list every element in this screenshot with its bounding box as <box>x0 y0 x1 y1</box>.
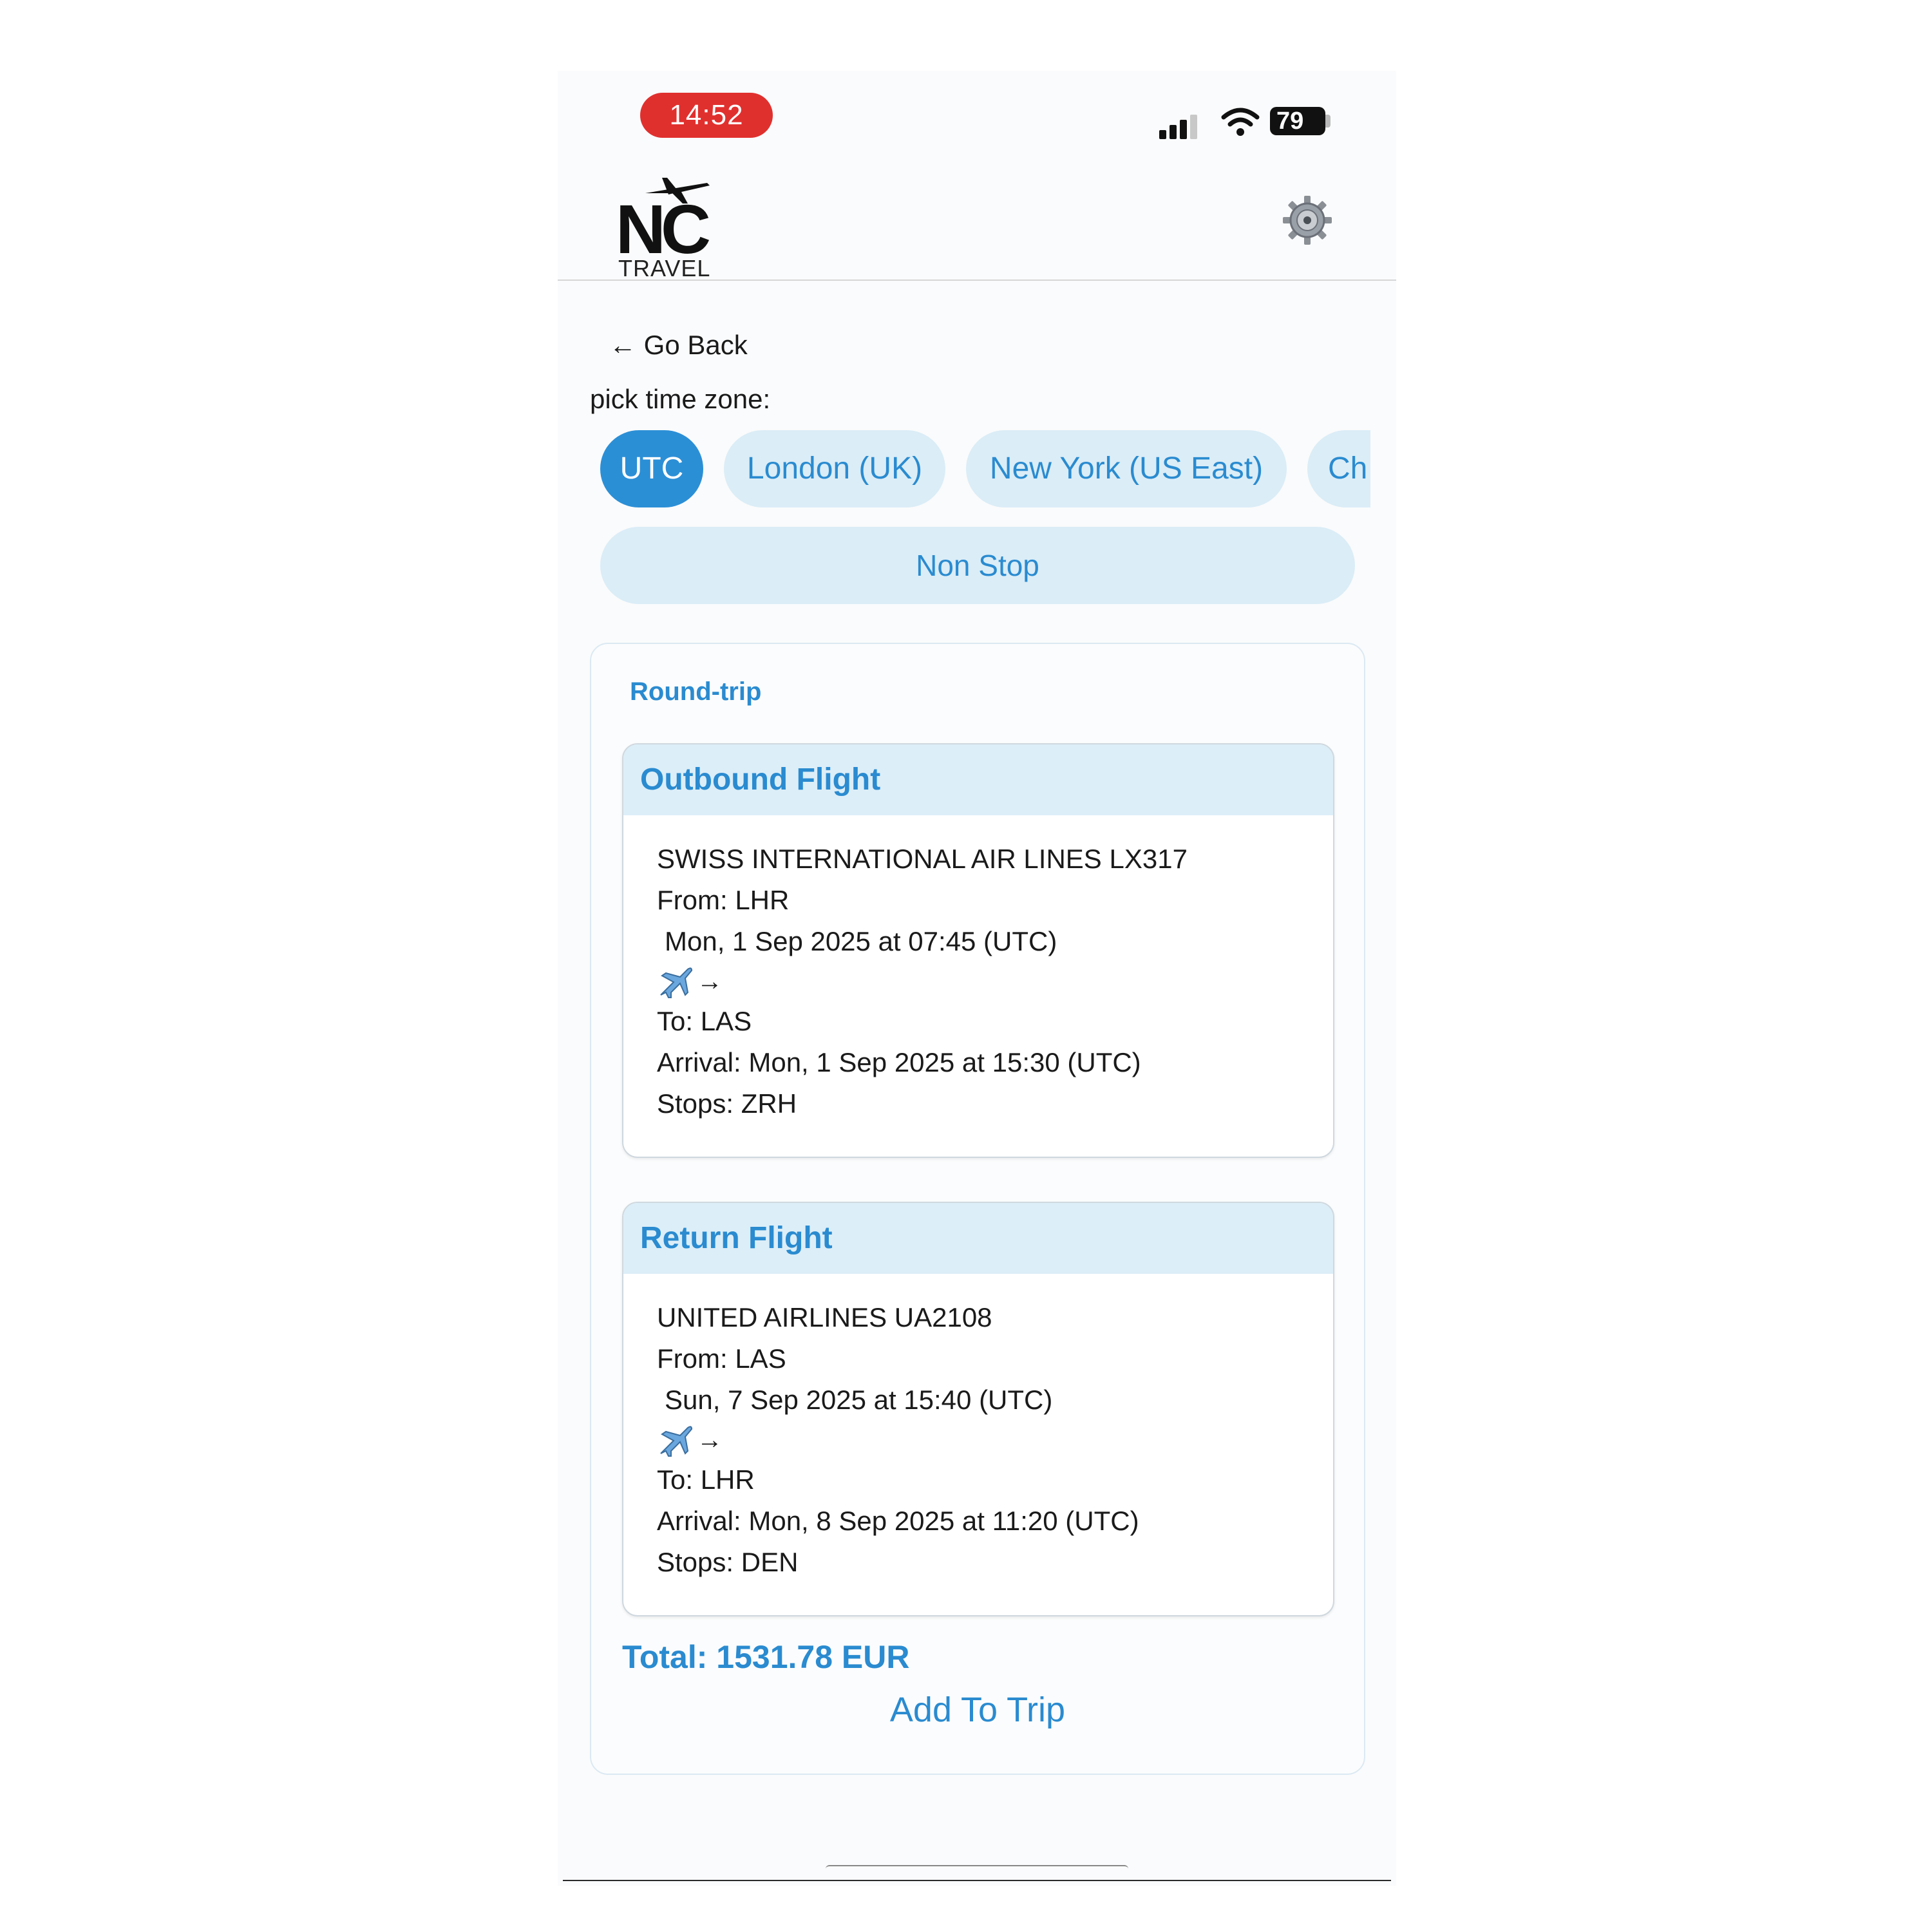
return-stops: Stops: DEN <box>657 1547 799 1577</box>
return-departure: Sun, 7 Sep 2025 at 15:40 (UTC) <box>665 1385 1053 1415</box>
phone-screen: 14:52 79 NC TRAVEL ← Go Back pick time z… <box>558 71 1396 1886</box>
total-price: Total: 1531.78 EUR <box>622 1639 910 1675</box>
return-flight-panel: Return Flight UNITED AIRLINES UA2108 Fro… <box>622 1202 1334 1616</box>
non-stop-toggle[interactable]: Non Stop <box>600 527 1355 604</box>
outbound-flight-details: SWISS INTERNATIONAL AIR LINES LX317 From… <box>657 838 1188 1124</box>
timezone-chip-row[interactable]: UTC London (UK) New York (US East) Ch <box>600 430 1370 510</box>
outbound-stops: Stops: ZRH <box>657 1088 797 1119</box>
outbound-departure: Mon, 1 Sep 2025 at 07:45 (UTC) <box>665 926 1057 956</box>
arrow-right-icon: → <box>697 1426 723 1454</box>
timezone-chip-partial[interactable]: Ch <box>1307 430 1370 507</box>
signal-icon <box>1159 109 1204 139</box>
return-arrival: Arrival: Mon, 8 Sep 2025 at 11:20 (UTC) <box>657 1506 1139 1536</box>
add-to-trip-button[interactable]: Add To Trip <box>591 1690 1364 1730</box>
wifi-icon <box>1221 108 1260 136</box>
return-airline: UNITED AIRLINES UA2108 <box>657 1302 992 1332</box>
logo-subtitle: TRAVEL <box>618 255 711 281</box>
outbound-route-arrow: → <box>657 962 1188 1001</box>
flight-result-card: Round-trip Outbound Flight SWISS INTERNA… <box>590 643 1365 1775</box>
status-time: 14:52 <box>640 93 773 138</box>
return-from: From: LAS <box>657 1343 786 1374</box>
home-indicator[interactable] <box>826 1865 1128 1873</box>
go-back-link[interactable]: ← Go Back <box>609 330 748 361</box>
battery-icon: 79 <box>1270 107 1325 135</box>
outbound-flight-title: Outbound Flight <box>623 744 1333 815</box>
bottom-divider <box>563 1880 1391 1881</box>
brand-logo[interactable]: NC TRAVEL <box>616 171 738 281</box>
airplane-icon <box>660 967 693 998</box>
timezone-label: pick time zone: <box>590 384 771 414</box>
arrow-right-icon: → <box>697 967 723 996</box>
gear-icon[interactable] <box>1282 194 1333 246</box>
timezone-chip-london[interactable]: London (UK) <box>724 430 945 507</box>
return-to: To: LHR <box>657 1464 755 1495</box>
header-divider <box>558 279 1396 281</box>
outbound-airline: SWISS INTERNATIONAL AIR LINES LX317 <box>657 844 1188 874</box>
return-route-arrow: → <box>657 1421 1139 1459</box>
outbound-to: To: LAS <box>657 1006 752 1036</box>
timezone-chip-utc[interactable]: UTC <box>600 430 703 507</box>
timezone-chip-new-york[interactable]: New York (US East) <box>966 430 1287 507</box>
return-flight-details: UNITED AIRLINES UA2108 From: LAS Sun, 7 … <box>657 1297 1139 1583</box>
outbound-flight-panel: Outbound Flight SWISS INTERNATIONAL AIR … <box>622 743 1334 1158</box>
trip-type-label: Round-trip <box>630 677 762 706</box>
outbound-from: From: LHR <box>657 885 790 915</box>
return-flight-title: Return Flight <box>623 1203 1333 1274</box>
logo-mark: NC <box>616 190 711 268</box>
battery-tip <box>1325 115 1331 128</box>
outbound-arrival: Arrival: Mon, 1 Sep 2025 at 15:30 (UTC) <box>657 1047 1141 1077</box>
airplane-icon <box>660 1426 693 1457</box>
